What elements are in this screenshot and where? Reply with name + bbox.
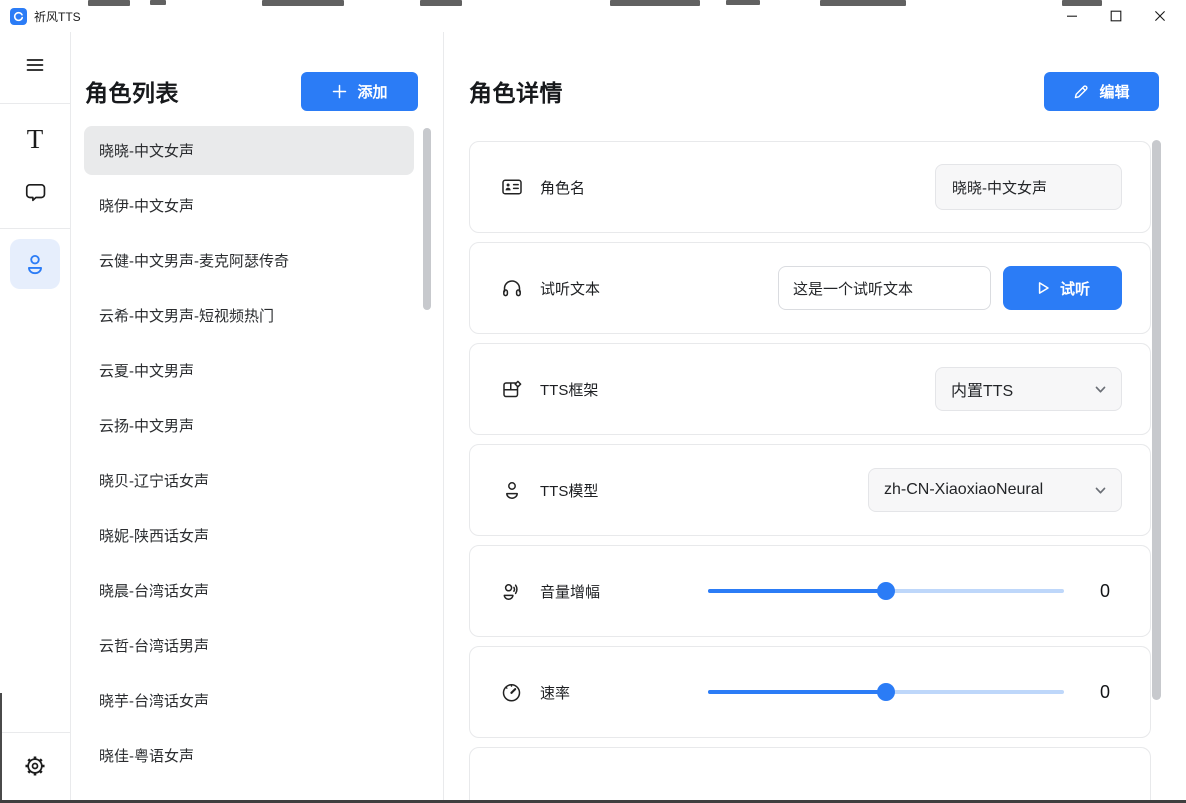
- volume-gain-value: 0: [1088, 581, 1122, 602]
- role-list-scrollbar[interactable]: [423, 128, 431, 310]
- gear-icon: [22, 753, 48, 779]
- role-list-panel: 角色列表 添加 晓晓-中文女声晓伊-中文女声云健-中文男声-麦克阿瑟传奇云希-中…: [71, 32, 444, 803]
- role-detail-title: 角色详情: [469, 74, 563, 108]
- text-icon: T: [27, 126, 44, 153]
- screen-artifact: [262, 0, 344, 6]
- role-detail-header: 角色详情 编辑: [444, 32, 1186, 141]
- role-list-item[interactable]: 晓佳-粤语女声: [84, 731, 414, 780]
- role-list-item[interactable]: 晓妮-陕西话女声: [84, 511, 414, 560]
- role-list-item[interactable]: 云健-中文男声-麦克阿瑟传奇: [84, 236, 414, 285]
- role-name-card: 角色名 晓晓-中文女声: [469, 141, 1151, 233]
- play-icon: [1035, 280, 1051, 296]
- tts-framework-card: TTS框架 内置TTS: [469, 343, 1151, 435]
- chevron-down-icon: [1093, 382, 1108, 397]
- slider-fill: [708, 690, 886, 694]
- voice-person-icon: [500, 580, 523, 603]
- app-title: 祈风TTS: [34, 8, 81, 25]
- role-detail-panel: 角色详情 编辑: [444, 32, 1186, 803]
- screen-artifact: [726, 0, 760, 5]
- titlebar: 祈风TTS: [0, 0, 1186, 32]
- role-name-value[interactable]: 晓晓-中文女声: [935, 164, 1122, 210]
- minimize-icon: [1066, 10, 1078, 22]
- role-list-item[interactable]: 晓晨-台湾话女声: [84, 566, 414, 615]
- app-window: 祈风TTS T: [0, 0, 1186, 803]
- tts-model-label: TTS模型: [540, 480, 598, 501]
- settings-button[interactable]: [11, 746, 59, 786]
- role-list-title: 角色列表: [85, 74, 179, 108]
- role-list-item[interactable]: 云希-中文男声-短视频热门: [84, 291, 414, 340]
- menu-button[interactable]: [11, 45, 59, 85]
- role-list-header: 角色列表 添加: [71, 32, 443, 126]
- role-name-label: 角色名: [540, 177, 585, 198]
- hamburger-icon: [23, 53, 47, 77]
- pencil-icon: [1073, 83, 1090, 100]
- speech-rate-value: 0: [1088, 682, 1122, 703]
- tts-framework-value: 内置TTS: [951, 377, 1093, 401]
- role-list-item[interactable]: 晓芋-台湾话女声: [84, 676, 414, 725]
- person-icon: [500, 479, 523, 501]
- slider-fill: [708, 589, 886, 593]
- next-card-partial: [469, 747, 1151, 803]
- edit-button-label: 编辑: [1099, 81, 1129, 102]
- audition-play-button[interactable]: 试听: [1003, 266, 1122, 310]
- add-role-button[interactable]: 添加: [301, 72, 418, 111]
- volume-gain-slider-thumb[interactable]: [877, 582, 895, 600]
- chevron-down-icon: [1093, 483, 1108, 498]
- volume-gain-label: 音量增幅: [540, 581, 600, 602]
- detail-cards: 角色名 晓晓-中文女声 试听文本: [444, 141, 1186, 803]
- screen-artifact: [88, 0, 130, 6]
- role-list-item[interactable]: 晓晓-中文女声: [84, 126, 414, 175]
- role-list-item[interactable]: 云扬-中文男声: [84, 401, 414, 450]
- screen-artifact: [820, 0, 906, 6]
- screen-edge: [0, 693, 2, 803]
- audition-card: 试听文本 试听: [469, 242, 1151, 334]
- framework-box-icon: [500, 378, 523, 400]
- id-card-icon: [500, 176, 523, 198]
- headphones-icon: [500, 277, 523, 299]
- speech-rate-card: 速率 0: [469, 646, 1151, 738]
- close-icon: [1154, 10, 1166, 22]
- tts-model-select[interactable]: zh-CN-XiaoxiaoNeural: [868, 468, 1122, 512]
- tts-framework-label: TTS框架: [540, 379, 598, 400]
- role-list-item[interactable]: 云夏-中文男声: [84, 346, 414, 395]
- divider: [0, 103, 70, 104]
- speech-rate-slider-thumb[interactable]: [877, 683, 895, 701]
- plus-icon: [331, 83, 348, 100]
- screen-artifact: [420, 0, 462, 6]
- divider: [0, 228, 70, 229]
- chat-icon: [23, 180, 48, 205]
- edit-button[interactable]: 编辑: [1044, 72, 1159, 111]
- tts-model-value: zh-CN-XiaoxiaoNeural: [884, 481, 1093, 499]
- speech-rate-label: 速率: [540, 682, 570, 703]
- app-logo-icon: [10, 8, 27, 25]
- detail-scrollbar[interactable]: [1152, 140, 1161, 700]
- audition-text-input[interactable]: [778, 266, 991, 310]
- audition-play-button-label: 试听: [1060, 278, 1090, 299]
- sidebar-item-messages[interactable]: [11, 172, 59, 212]
- role-list: 晓晓-中文女声晓伊-中文女声云健-中文男声-麦克阿瑟传奇云希-中文男声-短视频热…: [71, 126, 443, 780]
- maximize-icon: [1110, 10, 1122, 22]
- role-list-item[interactable]: 云哲-台湾话男声: [84, 621, 414, 670]
- divider: [0, 732, 70, 733]
- sidebar-item-roles[interactable]: [10, 239, 60, 289]
- speech-rate-slider[interactable]: [708, 683, 1064, 701]
- role-list-item[interactable]: 晓伊-中文女声: [84, 181, 414, 230]
- add-role-button-label: 添加: [357, 81, 387, 102]
- close-button[interactable]: [1138, 0, 1182, 32]
- tts-model-card: TTS模型 zh-CN-XiaoxiaoNeural: [469, 444, 1151, 536]
- sidebar-item-text[interactable]: T: [11, 119, 59, 159]
- role-list-item[interactable]: 晓贝-辽宁话女声: [84, 456, 414, 505]
- gauge-icon: [500, 681, 523, 704]
- tts-framework-select[interactable]: 内置TTS: [935, 367, 1122, 411]
- icon-rail: T: [0, 32, 71, 803]
- audition-label: 试听文本: [540, 278, 600, 299]
- screen-artifact: [610, 0, 700, 6]
- volume-gain-slider[interactable]: [708, 582, 1064, 600]
- person-icon: [22, 251, 48, 277]
- volume-gain-card: 音量增幅 0: [469, 545, 1151, 637]
- screen-artifact: [1062, 0, 1102, 6]
- screen-artifact: [150, 0, 166, 5]
